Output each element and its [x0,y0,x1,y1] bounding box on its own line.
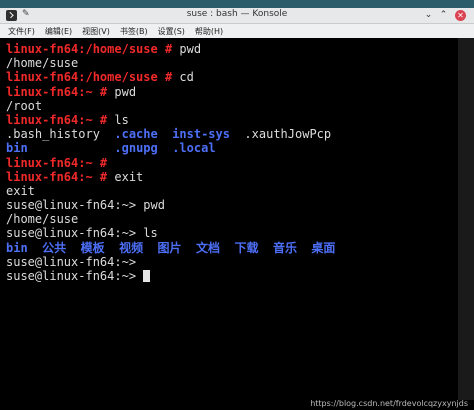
terminal-text: suse@linux-fn64:~> [6,254,144,269]
window-title: suse : bash — Konsole [186,9,288,19]
close-icon[interactable]: ✕ [455,10,466,21]
terminal-line: /home/suse [6,212,458,226]
terminal-text: exit [114,169,144,184]
terminal-text: .xauthJowPcp [229,127,332,142]
menu-file[interactable]: 文件(F) [8,26,35,37]
menu-bookmarks[interactable]: 书签(B) [120,26,148,37]
directory-name: 文档 [196,240,221,255]
root-prompt: linux-fn64:~ # [6,155,115,170]
scrollbar[interactable] [458,38,474,400]
terminal-text: /home/suse [6,56,79,71]
terminal-line: /home/suse [6,56,458,70]
terminal-line: linux-fn64:/home/suse # cd [6,70,458,84]
root-prompt: linux-fn64:~ # [6,112,115,127]
terminal-line: linux-fn64:~ # pwd [6,85,458,99]
directory-name: 视频 [119,240,144,255]
terminal-text: suse@linux-fn64:~> pwd [6,198,165,213]
directory-name: 下载 [234,240,259,255]
terminal-text: suse@linux-fn64:~> [6,269,144,283]
terminal-line: suse@linux-fn64:~> ls [6,226,458,240]
terminal-line: linux-fn64:~ # [6,156,458,170]
root-prompt: linux-fn64:/home/suse # [6,42,180,56]
terminal-line: suse@linux-fn64:~> [6,255,458,269]
root-prompt: linux-fn64:/home/suse # [6,70,180,85]
terminal-text: ls [114,112,129,127]
terminal-text: /home/suse [6,212,79,227]
terminal-line: linux-fn64:~ # ls [6,113,458,127]
terminal-line: linux-fn64:~ # exit [6,170,458,184]
terminal-text: /root [6,98,43,113]
menu-settings[interactable]: 设置(S) [158,26,185,37]
directory-name: 桌面 [311,240,336,255]
directory-name: .gnupg [114,141,158,156]
terminal-text: pwd [179,42,202,56]
terminal-text: pwd [114,84,137,99]
minimize-icon[interactable]: ⌄ [423,10,434,21]
terminal-line: suse@linux-fn64:~> [6,269,458,283]
terminal-text: .bash_history [6,127,115,142]
terminal-line: linux-fn64:/home/suse # pwd [6,42,458,56]
directory-name: .local [172,141,216,156]
title-bar[interactable]: ✎ suse : bash — Konsole ⌄ ⌃ ✕ [0,8,474,24]
menu-view[interactable]: 视图(V) [82,26,110,37]
terminal-line: suse@linux-fn64:~> pwd [6,198,458,212]
directory-name: bin [6,240,28,255]
maximize-icon[interactable]: ⌃ [438,10,449,21]
terminal-line: bin 公共 模板 视频 图片 文档 下载 音乐 桌面 [6,241,458,255]
directory-name: 图片 [157,240,182,255]
terminal-line: bin .gnupg .local [6,141,458,155]
terminal-text: exit [6,183,35,198]
directory-name: inst-sys [172,127,230,142]
directory-name: bin [6,141,28,156]
root-prompt: linux-fn64:~ # [6,169,115,184]
terminal-text: cd [179,70,194,85]
directory-name: 音乐 [272,240,297,255]
watermark-url: https://blog.csdn.net/frdevolcqzyxynjds [310,399,468,408]
directory-name: 模板 [80,240,105,255]
menu-help[interactable]: 帮助(H) [195,26,223,37]
konsole-window: ✎ suse : bash — Konsole ⌄ ⌃ ✕ 文件(F) 编辑(E… [0,8,474,410]
directory-name: 公共 [42,240,67,255]
status-area: https://blog.csdn.net/frdevolcqzyxynjds [0,399,474,410]
terminal-output[interactable]: linux-fn64:/home/suse # pwd/home/suse lin… [0,38,458,400]
menu-edit[interactable]: 编辑(E) [45,26,72,37]
menu-bar: 文件(F) 编辑(E) 视图(V) 书签(B) 设置(S) 帮助(H) [0,24,474,39]
text-cursor [143,270,151,282]
root-prompt: linux-fn64:~ # [6,84,115,99]
terminal-text: suse@linux-fn64:~> ls [6,226,158,241]
terminal-line: exit [6,184,458,198]
terminal-line: /root [6,99,458,113]
directory-name: .cache [114,127,158,142]
terminal-line: .bash_history .cache inst-sys .xauthJowP… [6,127,458,141]
